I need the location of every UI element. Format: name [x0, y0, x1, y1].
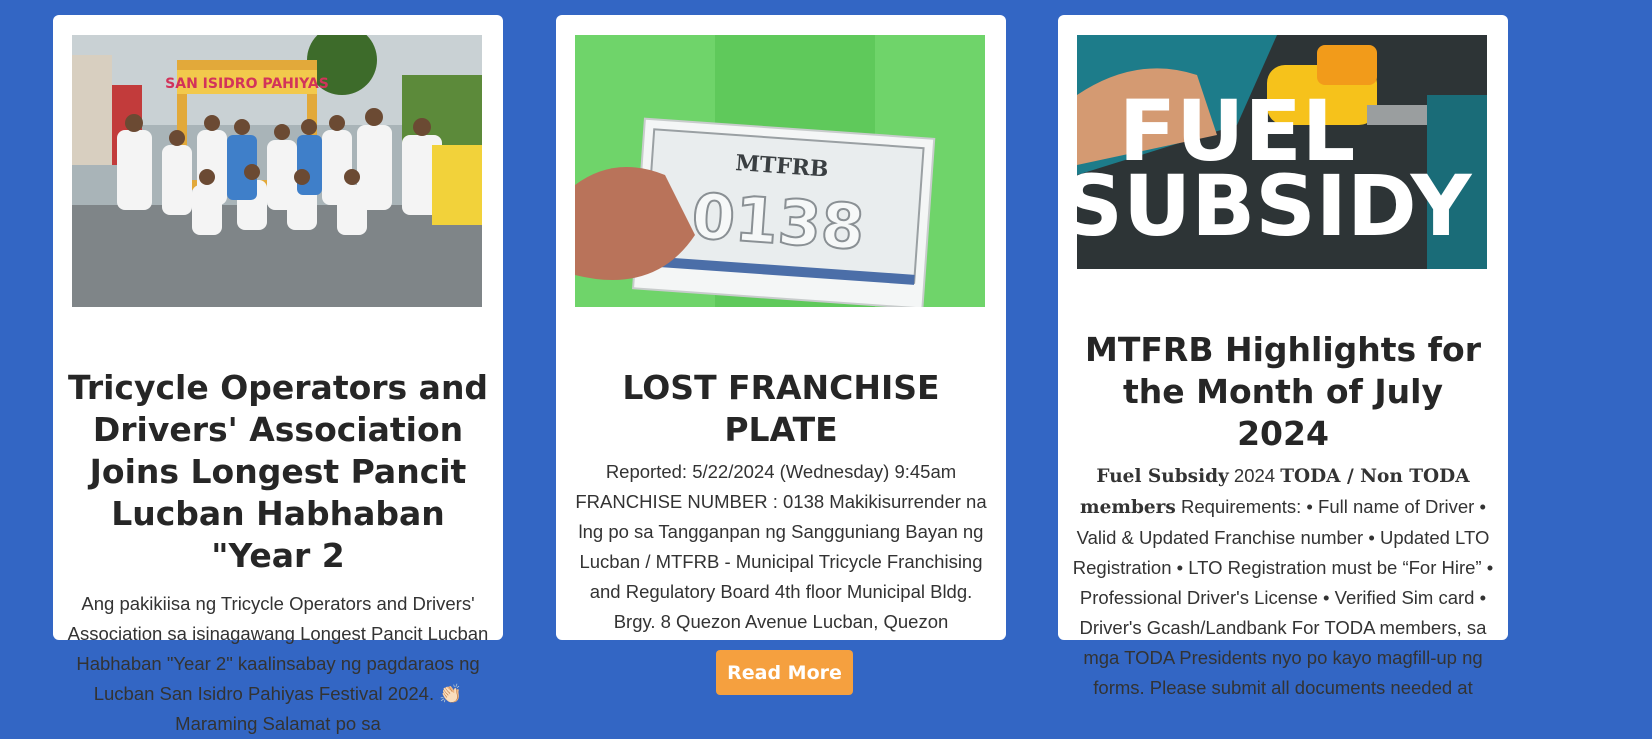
card-title[interactable]: MTFRB Highlights for the Month of July 2…: [1072, 329, 1494, 455]
arch-text: SAN ISIDRO PAHIYAS: [165, 76, 329, 92]
subsidy-word: SUBSIDY: [1077, 157, 1473, 255]
card-excerpt: Fuel Subsidy 2024 TODA / Non TODA member…: [1070, 461, 1496, 703]
card-body: MTFRB Highlights for the Month of July 2…: [1058, 329, 1508, 703]
read-more-button[interactable]: Read More: [716, 650, 853, 695]
card-image-plate[interactable]: MTFRB 0138: [575, 35, 985, 307]
excerpt-year: 2024: [1228, 465, 1281, 486]
card-excerpt: Reported: 5/22/2024 (Wednesday) 9:45am F…: [575, 461, 987, 632]
news-card-mtfrb-highlights[interactable]: FUEL SUBSIDY MTFRB Highlights for the Mo…: [1058, 15, 1508, 698]
franchise-plate-image: MTFRB 0138: [575, 35, 985, 307]
excerpt-rest: Requirements: • Full name of Driver • Va…: [1072, 496, 1494, 698]
fuel-subsidy-bold: Fuel Subsidy: [1096, 466, 1229, 487]
card-title[interactable]: Tricycle Operators and Drivers' Associat…: [67, 367, 489, 577]
card-image-group-photo[interactable]: SAN ISIDRO PAHIYAS: [72, 35, 482, 307]
card-excerpt: Ang pakikiisa ng Tricycle Operators and …: [67, 593, 489, 734]
card-title[interactable]: LOST FRANCHISE PLATE: [570, 367, 992, 451]
fuel-subsidy-image: FUEL SUBSIDY: [1077, 35, 1487, 269]
card-body: LOST FRANCHISE PLATE Reported: 5/22/2024…: [556, 367, 1006, 637]
group-photo-image: SAN ISIDRO PAHIYAS: [72, 35, 482, 307]
card-image-fuel-subsidy[interactable]: FUEL SUBSIDY: [1077, 35, 1487, 269]
card-body: Tricycle Operators and Drivers' Associat…: [53, 367, 503, 739]
news-card-lost-plate[interactable]: MTFRB 0138 LOST FRANCHISE PLATE Reported…: [556, 15, 1006, 640]
plate-number-text: 0138: [689, 179, 866, 264]
news-card-tricycle-association[interactable]: SAN ISIDRO PAHIYAS Tricycle Operators an…: [53, 15, 503, 734]
